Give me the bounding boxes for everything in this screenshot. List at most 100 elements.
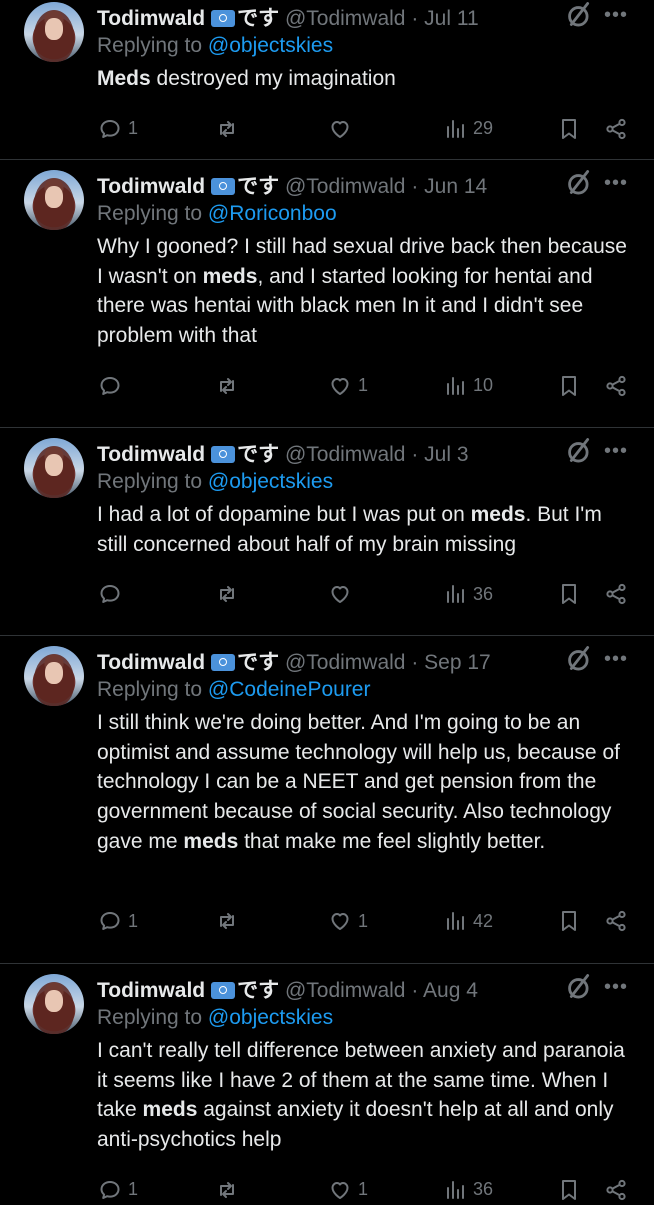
views-icon (447, 1180, 464, 1199)
tweet[interactable]: Todimwald です @Todimwald · Jul 3 ••• Replyin… (0, 436, 654, 605)
tweet-date[interactable]: Aug 4 (423, 979, 478, 1002)
tweet-date[interactable]: Jul 11 (424, 7, 478, 30)
grok-icon[interactable] (562, 972, 590, 1000)
reply-button[interactable] (98, 579, 128, 609)
grok-icon[interactable] (562, 168, 590, 196)
views-count: 42 (473, 910, 494, 931)
tweet-header: Todimwald です @Todimwald · Sep 17 (97, 646, 491, 676)
tweet-actions: 1 10 (0, 371, 654, 401)
replying-to-handle[interactable]: @objectskies (208, 34, 333, 57)
views-button[interactable]: 36 (443, 579, 493, 609)
views-button[interactable]: 42 (443, 906, 493, 936)
like-button[interactable]: 1 (328, 371, 368, 401)
user-handle[interactable]: @Todimwald (285, 651, 406, 674)
tweet-text-bold: meds (202, 264, 258, 288)
reply-button[interactable]: 1 (98, 114, 138, 144)
share-button[interactable] (604, 1175, 628, 1205)
views-button[interactable]: 10 (443, 371, 493, 401)
share-icon (606, 375, 626, 396)
separator: · (411, 175, 419, 198)
display-name[interactable]: Todimwald (97, 651, 205, 674)
grok-icon[interactable] (562, 0, 590, 28)
views-button[interactable]: 36 (443, 1175, 493, 1205)
user-handle[interactable]: @Todimwald (285, 7, 406, 30)
tweet-divider (0, 963, 654, 964)
tweet-date[interactable]: Sep 17 (424, 651, 491, 674)
avatar[interactable] (24, 646, 84, 706)
tweet[interactable]: Todimwald です @Todimwald · Jun 14 ••• Replyi… (0, 168, 654, 396)
replying-label: Replying to (97, 34, 203, 57)
tweet[interactable]: Todimwald です @Todimwald · Jul 11 ••• Replyi… (0, 0, 654, 168)
share-button[interactable] (604, 371, 628, 401)
grok-glyph (568, 2, 590, 27)
like-button[interactable]: 1 (328, 906, 368, 936)
replying-to-handle[interactable]: @Roriconboo (208, 202, 337, 225)
more-options-button[interactable]: ••• (604, 648, 628, 671)
like-button[interactable] (328, 114, 358, 144)
more-options-button[interactable]: ••• (604, 172, 628, 195)
retweet-button[interactable] (215, 579, 245, 609)
bookmark-button[interactable] (557, 579, 581, 609)
display-name[interactable]: Todimwald (97, 443, 205, 466)
grok-icon[interactable] (562, 644, 590, 672)
avatar[interactable] (24, 170, 84, 230)
retweet-icon (220, 586, 234, 603)
user-handle[interactable]: @Todimwald (285, 443, 406, 466)
share-button[interactable] (604, 579, 628, 609)
un-flag-icon (211, 10, 236, 27)
replying-label: Replying to (97, 202, 203, 225)
un-flag-icon (211, 982, 236, 999)
user-handle[interactable]: @Todimwald (285, 979, 406, 1002)
replying-to-handle[interactable]: @objectskies (208, 470, 333, 493)
tweet-header: Todimwald です @Todimwald · Jun 14 (97, 170, 487, 200)
retweet-button[interactable] (215, 1175, 245, 1205)
share-icon (606, 584, 626, 605)
views-button[interactable]: 29 (443, 114, 493, 144)
reply-count: 1 (128, 118, 139, 139)
tweet-date[interactable]: Jun 14 (424, 175, 487, 198)
retweet-button[interactable] (215, 906, 245, 936)
tweet[interactable]: Todimwald です @Todimwald · Aug 4 ••• Replyin… (0, 972, 654, 1200)
replying-to-handle[interactable]: @CodeinePourer (208, 678, 371, 701)
replying-to: Replying to @CodeinePourer (97, 678, 370, 702)
display-name[interactable]: Todimwald (97, 175, 205, 198)
display-name[interactable]: Todimwald (97, 979, 205, 1002)
replying-to-handle[interactable]: @objectskies (208, 1006, 333, 1029)
grok-icon[interactable] (562, 436, 590, 464)
display-name[interactable]: Todimwald (97, 7, 205, 30)
avatar[interactable] (24, 438, 84, 498)
avatar[interactable] (24, 974, 84, 1034)
avatar-face (45, 662, 63, 684)
bookmark-button[interactable] (557, 371, 581, 401)
reply-button[interactable]: 1 (98, 906, 138, 936)
bookmark-button[interactable] (557, 906, 581, 936)
bookmark-button[interactable] (557, 114, 581, 144)
more-options-button[interactable]: ••• (604, 976, 628, 999)
replying-label: Replying to (97, 678, 203, 701)
retweet-button[interactable] (215, 114, 245, 144)
retweet-button[interactable] (215, 371, 245, 401)
like-count: 1 (358, 1179, 369, 1200)
bookmark-icon (562, 118, 576, 139)
share-button[interactable] (604, 906, 628, 936)
grok-glyph (568, 170, 590, 195)
user-handle[interactable]: @Todimwald (285, 175, 406, 198)
like-button[interactable] (328, 579, 358, 609)
share-button[interactable] (604, 114, 628, 144)
reply-button[interactable]: 1 (98, 1175, 138, 1205)
replying-to: Replying to @objectskies (97, 470, 333, 494)
tweet[interactable]: Todimwald です @Todimwald · Sep 17 ••• Replyi… (0, 644, 654, 932)
tweet-date[interactable]: Jul 3 (424, 443, 468, 466)
like-button[interactable]: 1 (328, 1175, 368, 1205)
more-options-button[interactable]: ••• (604, 440, 628, 463)
un-flag-icon (211, 654, 236, 671)
bookmark-button[interactable] (557, 1175, 581, 1205)
more-options-button[interactable]: ••• (604, 4, 628, 27)
reply-count: 1 (128, 1179, 139, 1200)
tweet-actions: 1 1 42 (0, 906, 654, 936)
bookmark-icon (562, 911, 576, 932)
reply-button[interactable] (98, 371, 128, 401)
heart-icon (331, 913, 349, 931)
separator: · (411, 443, 419, 466)
avatar[interactable] (24, 2, 84, 62)
